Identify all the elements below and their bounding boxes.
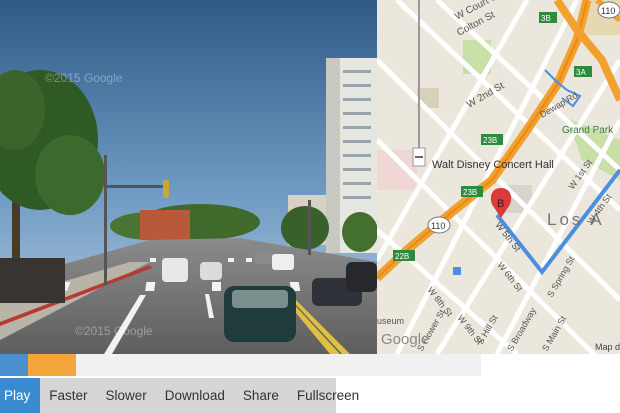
progress-bar[interactable] [0,354,481,376]
map-canvas[interactable]: B 110 110 3B 3A 23B 23B 22B W Court St C… [377,0,620,354]
faster-button[interactable]: Faster [40,378,96,413]
svg-text:110: 110 [601,6,615,16]
exit-3b-badge: 3B [539,12,557,23]
svg-text:3B: 3B [541,14,551,23]
exit-22b-badge: 22B [393,250,415,261]
exit-3a-badge: 3A [574,66,592,77]
watermark-bottom: ©2015 Google [75,324,153,338]
svg-text:110: 110 [431,221,445,231]
play-button[interactable]: Play [0,378,41,413]
highway-110-shield-left: 110 [427,216,451,234]
street-view-image: ©2015 Google ©2015 Google [0,0,377,354]
svg-text:23B: 23B [463,188,477,197]
highway-110-shield: 110 [597,1,620,19]
playback-toolbar: Play Faster Slower Download Share Fullsc… [0,378,359,413]
progress-buffered [28,354,76,376]
label-concert-hall: Walt Disney Concert Hall [432,159,554,171]
svg-text:3A: 3A [576,68,586,77]
share-button[interactable]: Share [234,378,288,413]
svg-text:22B: 22B [395,252,409,261]
watermark-top: ©2015 Google [45,71,123,85]
google-logo: Google [381,331,429,348]
svg-text:23B: 23B [483,136,497,145]
fullscreen-button[interactable]: Fullscreen [288,378,368,413]
label-map-data[interactable]: Map d [595,342,620,352]
metro-icon [453,267,461,275]
label-grand-park: Grand Park [562,125,614,136]
slower-button[interactable]: Slower [97,378,156,413]
map-panel[interactable]: B 110 110 3B 3A 23B 23B 22B W Court St C… [377,0,620,354]
label-museum: useum [377,316,404,326]
exit-23b-badge-2: 23B [461,186,483,197]
marker-label: B [497,198,504,210]
download-button[interactable]: Download [156,378,234,413]
street-view-panel: ©2015 Google ©2015 Google [0,0,377,354]
exit-23b-badge: 23B [481,134,503,145]
progress-played [0,354,28,376]
